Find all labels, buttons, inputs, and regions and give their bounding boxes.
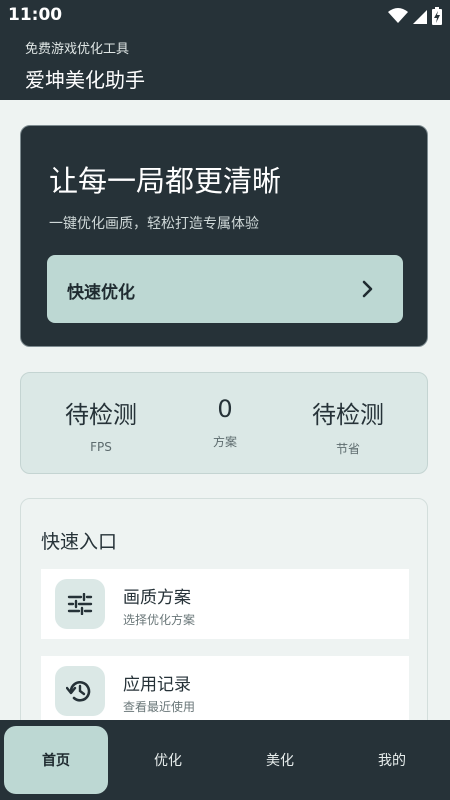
- history-icon: [55, 666, 105, 716]
- tab-mine[interactable]: 我的: [340, 726, 444, 794]
- quick-item-quality-plan[interactable]: 画质方案 选择优化方案: [41, 569, 409, 639]
- stat-label: 节省: [335, 442, 360, 456]
- quick-item-title: 应用记录: [123, 675, 191, 695]
- tab-beautify[interactable]: 美化: [228, 726, 332, 794]
- stat-value: 待检测: [65, 401, 137, 429]
- stat-value: 0: [217, 395, 233, 423]
- hero-card: 让每一局都更清晰 一键优化画质，轻松打造专属体验 快速优化: [20, 125, 428, 347]
- quick-entry-section: 快速入口 画质方案 选择优化方案 应用记录 查看最近使用: [20, 498, 428, 758]
- signal-icon: [413, 10, 427, 24]
- wifi-icon: [388, 8, 408, 23]
- stat-fps: 待检测 FPS: [36, 395, 166, 454]
- stats-card: 待检测 FPS 0 方案 待检测 节省: [20, 372, 428, 474]
- sliders-icon: [55, 579, 105, 629]
- status-time: 11:00: [8, 5, 63, 25]
- quick-item-app-history[interactable]: 应用记录 查看最近使用: [41, 656, 409, 726]
- quick-item-subtitle: 选择优化方案: [123, 613, 196, 627]
- stat-saved: 待检测 节省: [283, 395, 413, 457]
- tab-home[interactable]: 首页: [4, 726, 108, 794]
- tab-optimize[interactable]: 优化: [116, 726, 220, 794]
- app-bar: 免费游戏优化工具 爱坤美化助手: [0, 32, 450, 100]
- app-title: 爱坤美化助手: [25, 68, 145, 92]
- stat-plans: 0 方案: [160, 395, 290, 450]
- app-subtitle: 免费游戏优化工具: [25, 42, 130, 57]
- quick-optimize-button[interactable]: 快速优化: [47, 255, 403, 323]
- status-bar: 11:00: [0, 0, 450, 32]
- stat-label: FPS: [90, 440, 112, 454]
- hero-description: 一键优化画质，轻松打造专属体验: [49, 216, 259, 232]
- hero-headline: 让每一局都更清晰: [49, 164, 282, 198]
- chevron-right-icon: [362, 280, 373, 298]
- quick-optimize-label: 快速优化: [67, 283, 135, 303]
- quick-entry-title: 快速入口: [41, 531, 118, 553]
- stat-value: 待检测: [312, 401, 384, 429]
- quick-item-subtitle: 查看最近使用: [123, 700, 196, 714]
- quick-item-title: 画质方案: [123, 588, 191, 608]
- battery-icon: [432, 7, 442, 25]
- status-icons: [388, 7, 442, 25]
- stat-label: 方案: [212, 435, 237, 449]
- bottom-nav: 首页 优化 美化 我的: [0, 720, 450, 800]
